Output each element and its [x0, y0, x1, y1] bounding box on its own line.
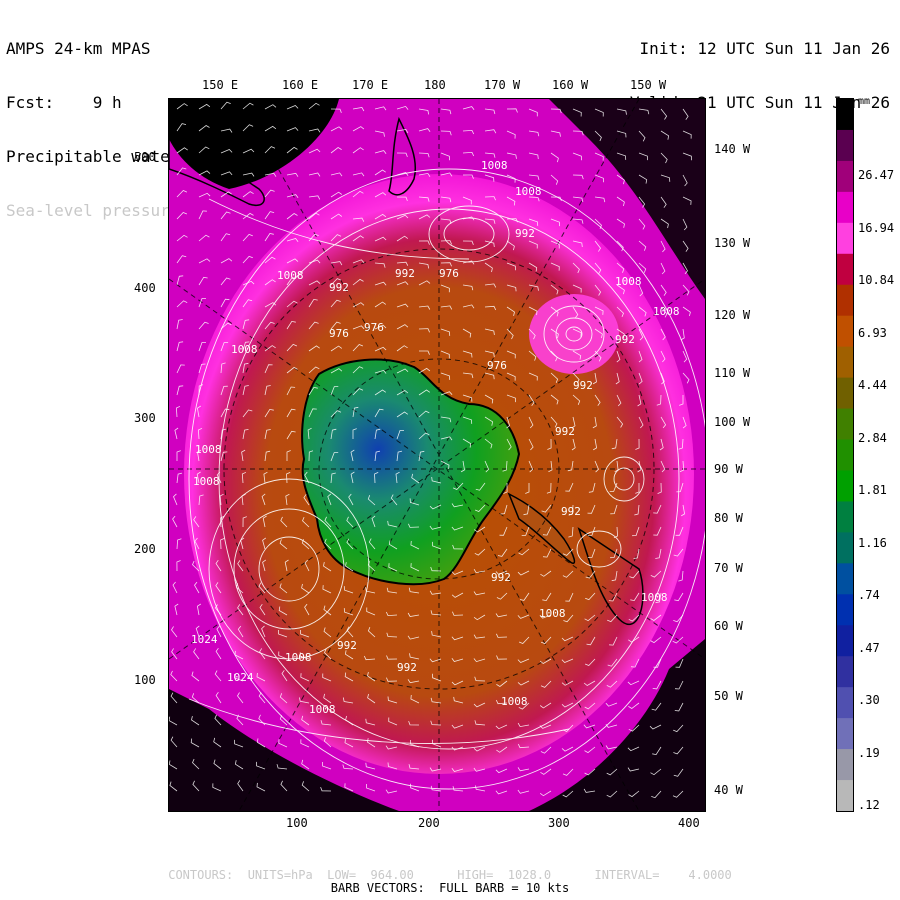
colorbar-label: 6.93 [858, 325, 887, 340]
pressure-label: 1024 [191, 633, 218, 646]
y-tick-label: 100 [134, 673, 156, 687]
barb-info: BARB VECTORS: FULL BARB = 10 kts [330, 881, 570, 895]
right-longitude-label: 80 W [714, 511, 743, 525]
pressure-label: 992 [329, 281, 349, 294]
init-time: Init: 12 UTC Sun 11 Jan 26 [639, 39, 890, 58]
pressure-label: 1008 [641, 591, 668, 604]
pressure-label: 976 [329, 327, 349, 340]
pressure-label: 1008 [193, 475, 220, 488]
y-tick-label: 400 [134, 281, 156, 295]
colorbar-label: 1.81 [858, 483, 887, 497]
pressure-label: 992 [395, 267, 415, 280]
right-longitude-label: 50 W [714, 689, 743, 703]
colorbar-swatch [837, 99, 853, 131]
colorbar-swatch [837, 625, 853, 657]
x-tick-label: 300 [548, 816, 570, 830]
colorbar-label: .12 [858, 798, 880, 812]
x-tick-label: 200 [418, 816, 440, 830]
model-name: AMPS 24-km MPAS [6, 39, 151, 58]
colorbar-swatch [837, 501, 853, 533]
colorbar-swatch [837, 594, 853, 626]
colorbar-swatch [837, 191, 853, 224]
x-tick-label: 100 [286, 816, 308, 830]
colorbar-swatch [837, 129, 853, 162]
colorbar-swatch [837, 284, 853, 317]
pressure-label: 1008 [285, 651, 312, 664]
colorbar-swatch [837, 160, 853, 193]
pressure-label: 1008 [195, 443, 222, 456]
right-longitude-label: 130 W [714, 236, 751, 250]
pressure-label: 1008 [515, 185, 542, 198]
y-tick-label: 200 [134, 542, 156, 556]
pressure-label: 992 [491, 571, 511, 584]
colorbar-swatch [837, 532, 853, 564]
pressure-label: 1008 [653, 305, 680, 318]
contour-info: CONTOURS: UNITS=hPa LOW= 964.00 HIGH= 10… [168, 868, 732, 882]
top-longitude-label: 160 W [552, 78, 589, 92]
pressure-label: 976 [364, 321, 384, 334]
colorbar-swatch [837, 656, 853, 688]
right-longitude-label: 40 W [714, 783, 743, 797]
colorbar-label: .47 [858, 640, 880, 655]
colorbar-swatch [837, 718, 853, 750]
pressure-label: 992 [555, 425, 575, 438]
pressure-label: 992 [573, 379, 593, 392]
colorbar-swatch [837, 408, 853, 441]
colorbar-swatch [837, 563, 853, 595]
colorbar-units: mm [858, 96, 871, 107]
pressure-label: 992 [515, 227, 535, 240]
colorbar-swatch [837, 315, 853, 348]
colorbar-label: .74 [858, 588, 880, 602]
right-longitude-label: 90 W [714, 462, 743, 476]
colorbar-swatch [837, 222, 853, 255]
pressure-label: 1008 [309, 703, 336, 716]
colorbar-label: 1.16 [858, 535, 887, 550]
pressure-label: 976 [439, 267, 459, 280]
right-longitude-label: 120 W [714, 308, 751, 322]
right-longitude-label: 70 W [714, 561, 743, 575]
colorbar-label: 16.94 [858, 220, 895, 235]
colorbar-label: 4.44 [858, 378, 887, 392]
colorbar-swatch [837, 470, 853, 502]
pressure-label: 1008 [231, 343, 258, 356]
right-longitude-label: 100 W [714, 415, 751, 429]
pressure-label: 992 [397, 661, 417, 674]
colorbar [836, 98, 854, 812]
top-longitude-label: 170 E [352, 78, 389, 92]
right-longitude-label: 60 W [714, 619, 743, 633]
x-tick-label: 400 [678, 816, 700, 830]
weather-map: 1008 1008 992 976 992 976 976 1008 992 9… [168, 98, 706, 812]
colorbar-swatch [837, 346, 853, 379]
colorbar-swatch [837, 253, 853, 286]
top-longitude-label: 170 W [484, 78, 521, 92]
pressure-label: 1008 [501, 695, 528, 708]
colorbar-swatch [837, 780, 853, 811]
colorbar-label: 10.84 [858, 273, 895, 287]
colorbar-swatch [837, 439, 853, 471]
top-longitude-label: 150 E [202, 78, 239, 92]
colorbar-label: 26.47 [858, 168, 895, 182]
right-longitude-label: 140 W [714, 142, 751, 156]
pressure-label: 976 [487, 359, 507, 372]
colorbar-swatch [837, 377, 853, 410]
top-longitude-label: 180 [424, 78, 446, 92]
colorbar-label: 2.84 [858, 430, 887, 445]
pressure-label: 992 [615, 333, 635, 346]
colorbar-swatch [837, 749, 853, 781]
colorbar-label: .19 [858, 745, 880, 760]
pressure-label: 992 [337, 639, 357, 652]
top-longitude-label: 160 E [282, 78, 319, 92]
y-tick-label: 300 [134, 411, 156, 425]
y-tick-label: 500 [134, 150, 156, 164]
right-longitude-label: 110 W [714, 366, 751, 380]
colorbar-label: .30 [858, 693, 880, 707]
colorbar-swatch [837, 687, 853, 719]
pressure-label: 1008 [481, 159, 508, 172]
top-longitude-label: 150 W [630, 78, 667, 92]
pressure-label: 992 [561, 505, 581, 518]
pressure-label: 1024 [227, 671, 254, 684]
